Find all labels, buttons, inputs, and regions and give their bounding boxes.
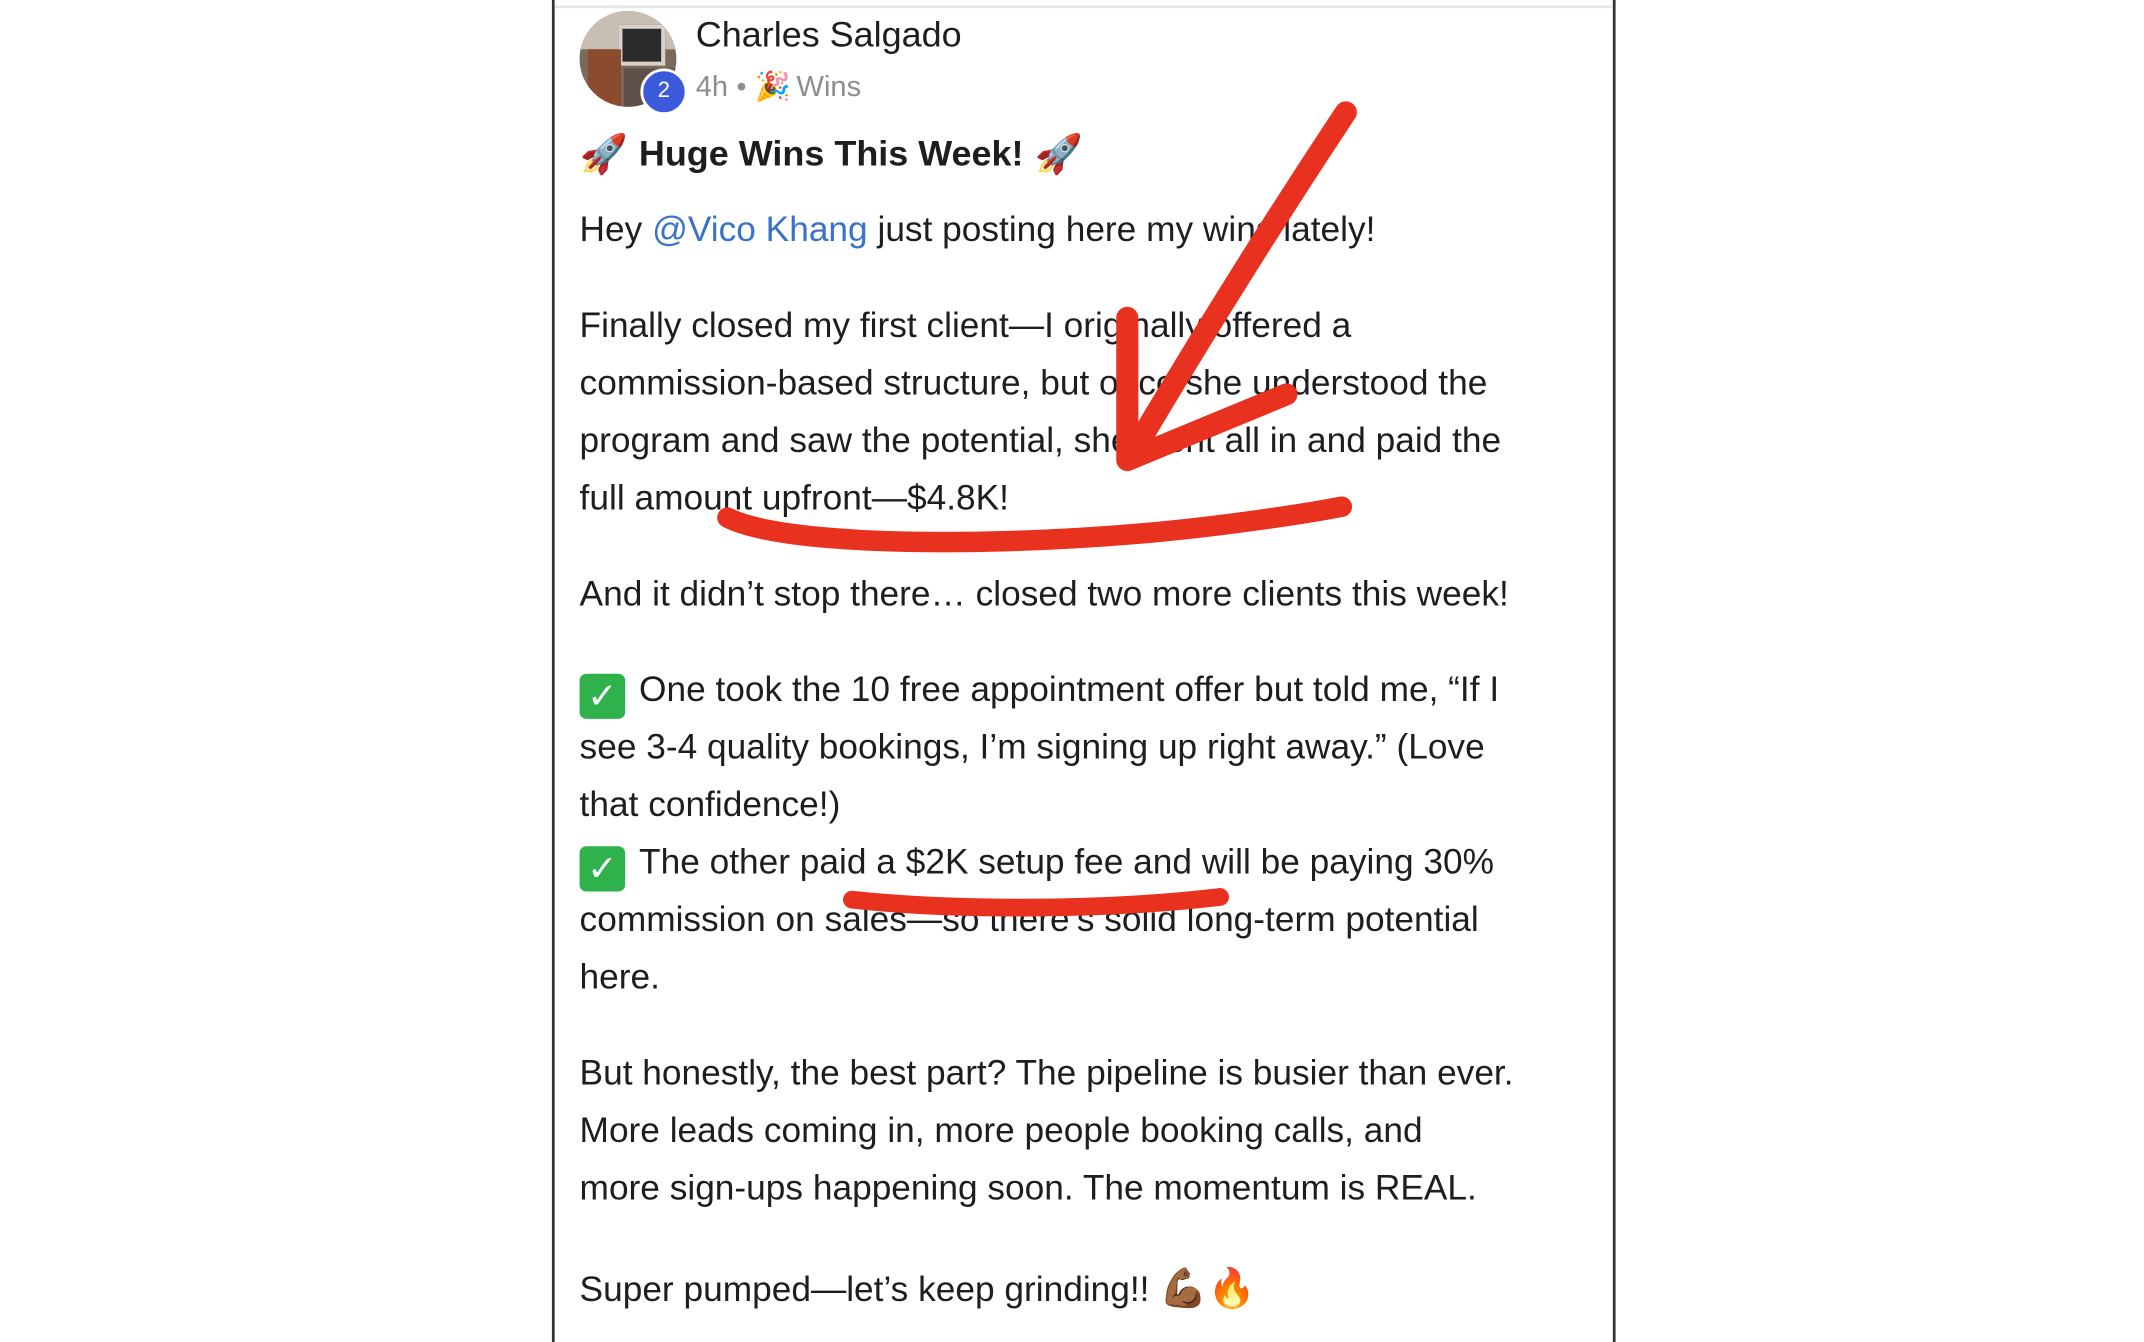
rocket-icon: 🚀 bbox=[1034, 132, 1083, 175]
post-card: 2 Charles Salgado 4h • 🎉 Wins 🚀 Huge Win… bbox=[551, 0, 1616, 1342]
closing-line: Super pumped—let’s keep grinding!! 💪🏾🔥 bbox=[580, 1265, 1256, 1310]
post-title-text: Huge Wins This Week! bbox=[638, 132, 1024, 174]
paragraph-line: commission on sales—so there’s solid lon… bbox=[579, 901, 1479, 940]
post-meta: 4h • 🎉 Wins bbox=[696, 71, 861, 104]
paragraph-text: One took the 10 free appointment offer b… bbox=[639, 671, 1500, 710]
post-category[interactable]: Wins bbox=[797, 71, 862, 104]
paragraph-line: And it didn’t stop there… closed two mor… bbox=[579, 575, 1509, 614]
mention-link[interactable]: @Vico Khang bbox=[652, 211, 868, 249]
check-box-icon: ✓ bbox=[579, 673, 626, 719]
flexed-biceps-fire-icon: 💪🏾🔥 bbox=[1159, 1266, 1256, 1310]
card-top-divider bbox=[554, 5, 1613, 9]
rocket-icon: 🚀 bbox=[579, 132, 628, 175]
post-intro: Hey @Vico Khang just posting here my win… bbox=[580, 211, 1376, 251]
paragraph-line: see 3-4 quality bookings, I’m signing up… bbox=[579, 728, 1485, 767]
post-title: 🚀 Huge Wins This Week! 🚀 bbox=[580, 133, 1083, 175]
paragraph-line: program and saw the potential, she went … bbox=[579, 421, 1502, 461]
meta-separator: • bbox=[736, 71, 747, 103]
screenshot-stage: 2 Charles Salgado 4h • 🎉 Wins 🚀 Huge Win… bbox=[0, 0, 2144, 1342]
level-badge: 2 bbox=[640, 68, 688, 116]
post-time[interactable]: 4h bbox=[696, 71, 728, 104]
paragraph-line: more sign-ups happening soon. The moment… bbox=[579, 1169, 1477, 1208]
author-name[interactable]: Charles Salgado bbox=[696, 14, 962, 56]
paragraph-line: But honestly, the best part? The pipelin… bbox=[579, 1054, 1514, 1093]
paragraph-line: Finally closed my first client—I origina… bbox=[579, 306, 1352, 346]
paragraph-line: full amount upfront—$4.8K! bbox=[579, 479, 1009, 518]
paragraph-line: here. bbox=[579, 958, 660, 997]
paragraph-text: The other paid a $2K setup fee and will … bbox=[639, 843, 1494, 882]
party-popper-icon: 🎉 bbox=[754, 71, 792, 103]
intro-text-after: just posting here my wins lately! bbox=[867, 210, 1376, 250]
paragraph-line: ✓ One took the 10 free appointment offer … bbox=[579, 671, 1500, 719]
paragraph-line: that confidence!) bbox=[579, 786, 841, 825]
intro-text-before: Hey bbox=[579, 210, 653, 250]
paragraph-line: More leads coming in, more people bookin… bbox=[579, 1111, 1423, 1151]
paragraph-line: commission-based structure, but once she… bbox=[579, 364, 1488, 403]
paragraph-line: ✓ The other paid a $2K setup fee and will… bbox=[579, 843, 1494, 892]
check-box-icon: ✓ bbox=[579, 846, 626, 892]
closing-text: Super pumped—let’s keep grinding!! bbox=[579, 1270, 1160, 1310]
